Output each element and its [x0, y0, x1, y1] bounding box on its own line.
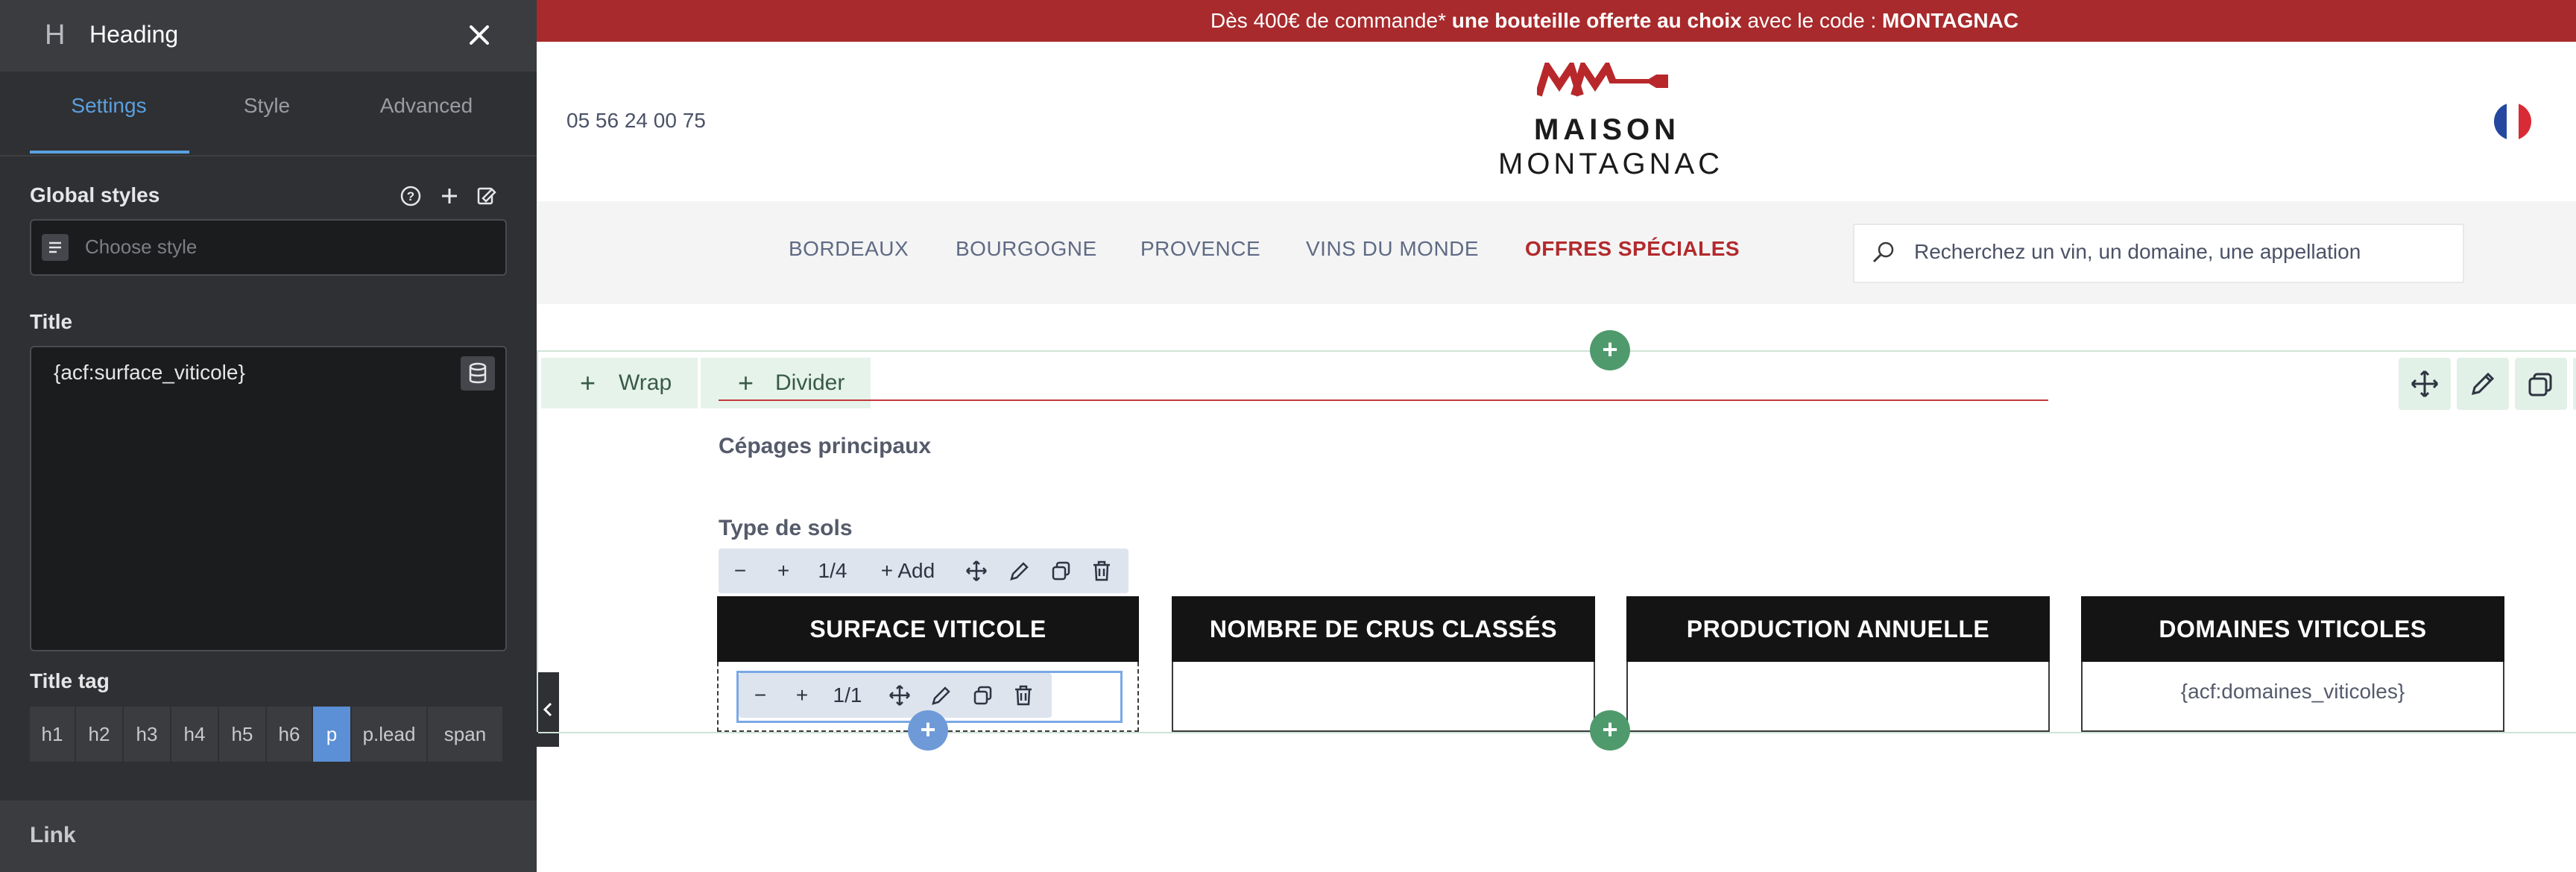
trash-icon[interactable]: [1090, 559, 1114, 583]
editor-panel: H Heading Settings Style Advanced Global…: [0, 0, 537, 872]
tab-settings[interactable]: Settings: [34, 94, 183, 118]
database-icon[interactable]: [461, 356, 495, 391]
search-icon: [1872, 241, 1894, 263]
tag-h4[interactable]: h4: [171, 707, 219, 762]
add-section-bottom-button[interactable]: +: [1590, 710, 1630, 751]
panel-title: Heading: [89, 21, 179, 48]
move-icon[interactable]: [965, 559, 988, 583]
logo-mark: [1537, 63, 1668, 97]
tag-h2[interactable]: h2: [76, 707, 124, 762]
add-column-button[interactable]: + Add: [871, 549, 945, 593]
trash-icon[interactable]: [1011, 683, 1035, 707]
promo-banner: Dès 400€ de commande* une bouteille offe…: [537, 0, 2576, 42]
heading-icon: H: [45, 19, 66, 51]
move-icon[interactable]: [888, 683, 912, 707]
card-domaines-viticoles-body[interactable]: {acf:domaines_viticoles}: [2081, 662, 2504, 732]
svg-text:?: ?: [407, 189, 414, 203]
tag-p[interactable]: p: [313, 707, 352, 762]
column-increase-button[interactable]: +: [772, 549, 795, 593]
duplicate-icon[interactable]: [2515, 358, 2567, 410]
tag-h6[interactable]: h6: [267, 707, 313, 762]
column-decrease-button[interactable]: −: [729, 549, 751, 593]
logo-line-1: MAISON: [1534, 113, 1680, 146]
card-production-annuelle-body[interactable]: [1626, 662, 2050, 732]
card-domaines-viticoles-value: {acf:domaines_viticoles}: [2180, 680, 2405, 703]
tag-h1[interactable]: h1: [30, 707, 76, 762]
cepages-heading: Cépages principaux: [719, 434, 932, 458]
section-left-edge: [537, 350, 538, 732]
nav-bordeaux[interactable]: BORDEAUX: [789, 237, 909, 261]
nav-vins-du-monde[interactable]: VINS DU MONDE: [1306, 237, 1479, 261]
column-toolbar: − + 1/4 + Add: [719, 549, 1128, 593]
help-icon[interactable]: ?: [400, 185, 422, 207]
list-icon: [42, 234, 69, 261]
inner-increase-button[interactable]: +: [791, 673, 813, 718]
tag-h3[interactable]: h3: [124, 707, 171, 762]
tag-span[interactable]: span: [428, 707, 502, 762]
duplicate-icon[interactable]: [1049, 559, 1073, 583]
card-crus-classes-title[interactable]: NOMBRE DE CRUS CLASSÉS: [1172, 596, 1595, 662]
promo-part-1: Dès 400€ de commande*: [1210, 9, 1452, 32]
panel-header: H Heading: [0, 0, 537, 72]
card-crus-classes-body[interactable]: [1172, 662, 1595, 732]
tag-p-lead[interactable]: p.lead: [352, 707, 428, 762]
card-surface-viticole-title[interactable]: SURFACE VITICOLE: [717, 596, 1139, 662]
tab-style[interactable]: Style: [192, 94, 341, 118]
site-logo[interactable]: MAISON MONTAGNAC: [1491, 63, 1729, 182]
title-tag-label: Title tag: [30, 669, 110, 692]
wrap-button[interactable]: + Wrap: [541, 358, 698, 408]
search-placeholder: Recherchez un vin, un domaine, une appel…: [1914, 240, 2361, 263]
tab-advanced[interactable]: Advanced: [352, 94, 501, 118]
add-column-plus-icon: +: [880, 559, 898, 582]
promo-part-3: avec le code :: [1741, 9, 1883, 32]
section-toolbar-edge: [2573, 358, 2576, 410]
edit-icon[interactable]: [1008, 559, 1032, 583]
title-value: {acf:surface_viticole}: [54, 361, 245, 384]
global-styles-label: Global styles: [30, 183, 160, 206]
title-textarea[interactable]: {acf:surface_viticole}: [30, 346, 507, 651]
add-element-button[interactable]: +: [908, 710, 948, 751]
inner-toolbar: − + 1/1: [739, 673, 1052, 718]
close-icon[interactable]: [467, 22, 492, 48]
title-label: Title: [30, 310, 73, 333]
panel-tabs: Settings Style Advanced: [0, 72, 537, 157]
divider-line: [719, 399, 2048, 401]
card-domaines-viticoles-title[interactable]: DOMAINES VITICOLES: [2081, 596, 2504, 662]
wrap-plus-icon: +: [580, 367, 596, 398]
promo-code: MONTAGNAC: [1882, 9, 2019, 32]
move-icon[interactable]: [2399, 358, 2451, 410]
style-edit-icon[interactable]: [476, 185, 498, 207]
inner-fraction: 1/1: [833, 683, 862, 707]
link-section[interactable]: Link: [0, 800, 537, 872]
tag-h5[interactable]: h5: [219, 707, 267, 762]
global-style-placeholder: Choose style: [85, 236, 198, 258]
promo-text: Dès 400€ de commande* une bouteille offe…: [1210, 0, 2018, 42]
column-fraction: 1/4: [818, 559, 847, 582]
link-label: Link: [30, 823, 76, 847]
plus-icon[interactable]: [438, 185, 461, 207]
nav-provence[interactable]: PROVENCE: [1140, 237, 1260, 261]
global-style-select[interactable]: Choose style: [30, 219, 507, 276]
wrap-label: Wrap: [619, 370, 672, 395]
edit-icon[interactable]: [929, 683, 953, 707]
promo-highlight: une bouteille offerte au choix: [1451, 9, 1742, 32]
type-sols-heading: Type de sols: [719, 516, 853, 540]
edit-icon[interactable]: [2457, 358, 2509, 410]
search-box[interactable]: Recherchez un vin, un domaine, une appel…: [1853, 224, 2464, 283]
language-flag-icon[interactable]: [2494, 103, 2531, 140]
add-section-top-button[interactable]: +: [1590, 330, 1630, 370]
add-column-label: Add: [897, 559, 935, 582]
nav-bourgogne[interactable]: BOURGOGNE: [956, 237, 1097, 261]
card-production-annuelle-title[interactable]: PRODUCTION ANNUELLE: [1626, 596, 2050, 662]
inner-decrease-button[interactable]: −: [749, 673, 771, 718]
phone-number[interactable]: 05 56 24 00 75: [566, 109, 706, 133]
active-tab-indicator: [30, 151, 189, 154]
duplicate-icon[interactable]: [971, 683, 995, 707]
logo-line-2: MONTAGNAC: [1498, 148, 1724, 180]
nav-offres-speciales[interactable]: OFFRES SPÉCIALES: [1525, 237, 1740, 261]
